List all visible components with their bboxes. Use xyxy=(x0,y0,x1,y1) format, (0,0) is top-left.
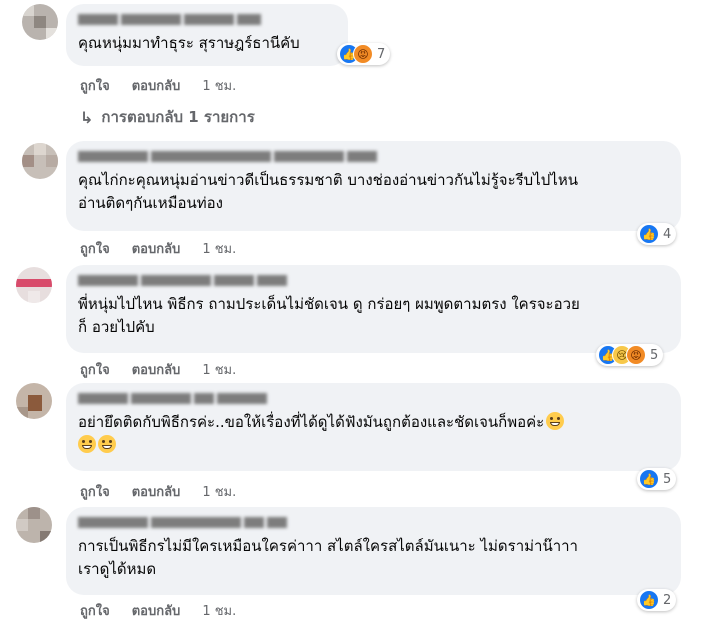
like-icon: 👍 xyxy=(639,590,659,610)
reply-button[interactable]: ตอบกลับ xyxy=(132,481,181,502)
avatar[interactable] xyxy=(16,383,52,419)
replies-label: การตอบกลับ 1 รายการ xyxy=(101,108,255,126)
comment-actions: ถูกใจ ตอบกลับ 1 ชม. xyxy=(80,600,236,621)
like-button[interactable]: ถูกใจ xyxy=(80,481,110,502)
timestamp[interactable]: 1 ชม. xyxy=(202,359,236,380)
reaction-summary[interactable]: 👍 5 xyxy=(637,468,677,490)
timestamp[interactable]: 1 ชม. xyxy=(202,238,236,259)
comment-text: การเป็นพิธีกรไม่มีใครเหมือนใครค่าาา สไตล… xyxy=(78,537,578,578)
comment-bubble: อย่ายึดติดกับพิธีกรค่ะ..ขอให้เรื่องที่ได… xyxy=(66,383,681,471)
avatar[interactable] xyxy=(22,143,58,179)
comment-bubble: คุณหนุ่มมาทำธุระ สุราษฎร์ธานีคับ xyxy=(66,4,348,66)
grinning-emoji-icon xyxy=(78,435,96,453)
comment-bubble: คุณไก่กะคุณหนุ่มอ่านข่าวดีเป็นธรรมชาติ บ… xyxy=(66,141,681,231)
reply-button[interactable]: ตอบกลับ xyxy=(132,359,181,380)
comment-bubble: พี่หนุ่มไปไหน พิธีกร ถามประเด็นไม่ชัดเจน… xyxy=(66,265,681,353)
avatar[interactable] xyxy=(16,507,52,543)
grinning-emoji-icon xyxy=(546,412,565,430)
author-name-blurred[interactable] xyxy=(78,12,336,26)
like-button[interactable]: ถูกใจ xyxy=(80,238,110,259)
comment-actions: ถูกใจ ตอบกลับ 1 ชม. xyxy=(80,481,236,502)
reaction-count: 4 xyxy=(663,226,672,242)
reaction-count: 5 xyxy=(663,471,672,487)
like-button[interactable]: ถูกใจ xyxy=(80,600,110,621)
timestamp[interactable]: 1 ชม. xyxy=(202,481,236,502)
angry-icon: 😡 xyxy=(353,44,373,64)
reaction-count: 7 xyxy=(377,46,386,62)
comment-actions: ถูกใจ ตอบกลับ 1 ชม. xyxy=(80,75,236,96)
like-button[interactable]: ถูกใจ xyxy=(80,359,110,380)
author-name-blurred[interactable] xyxy=(78,273,669,287)
avatar[interactable] xyxy=(22,4,58,40)
angry-icon: 😡 xyxy=(626,345,646,365)
grinning-emoji-icon xyxy=(98,435,116,453)
comment-actions: ถูกใจ ตอบกลับ 1 ชม. xyxy=(80,359,236,380)
reaction-count: 2 xyxy=(663,592,672,608)
timestamp[interactable]: 1 ชม. xyxy=(202,600,236,621)
comment-text: คุณไก่กะคุณหนุ่มอ่านข่าวดีเป็นธรรมชาติ บ… xyxy=(78,171,578,212)
reply-button[interactable]: ตอบกลับ xyxy=(132,238,181,259)
reaction-summary[interactable]: 👍 😡 7 xyxy=(337,43,391,65)
comment-bubble: การเป็นพิธีกรไม่มีใครเหมือนใครค่าาา สไตล… xyxy=(66,507,681,595)
author-name-blurred[interactable] xyxy=(78,149,669,163)
view-replies-link[interactable]: ↳ การตอบกลับ 1 รายการ xyxy=(80,105,255,129)
comment-text: คุณหนุ่มมาทำธุระ สุราษฎร์ธานีคับ xyxy=(78,34,300,52)
author-name-blurred[interactable] xyxy=(78,515,669,529)
comment-text: พี่หนุ่มไปไหน พิธีกร ถามประเด็นไม่ชัดเจน… xyxy=(78,295,580,336)
reply-button[interactable]: ตอบกลับ xyxy=(132,600,181,621)
author-name-blurred[interactable] xyxy=(78,391,669,405)
reply-arrow-icon: ↳ xyxy=(80,107,94,127)
like-button[interactable]: ถูกใจ xyxy=(80,75,110,96)
comment-actions: ถูกใจ ตอบกลับ 1 ชม. xyxy=(80,238,236,259)
comment-text: อย่ายึดติดกับพิธีกรค่ะ..ขอให้เรื่องที่ได… xyxy=(78,411,669,457)
timestamp[interactable]: 1 ชม. xyxy=(202,75,236,96)
reaction-summary[interactable]: 👍 4 xyxy=(637,223,677,245)
reaction-summary[interactable]: 👍 😢 😡 5 xyxy=(596,344,664,366)
like-icon: 👍 xyxy=(639,469,659,489)
reaction-summary[interactable]: 👍 2 xyxy=(637,589,677,611)
reaction-count: 5 xyxy=(650,347,659,363)
like-icon: 👍 xyxy=(639,224,659,244)
avatar[interactable] xyxy=(16,267,52,303)
reply-button[interactable]: ตอบกลับ xyxy=(132,75,181,96)
